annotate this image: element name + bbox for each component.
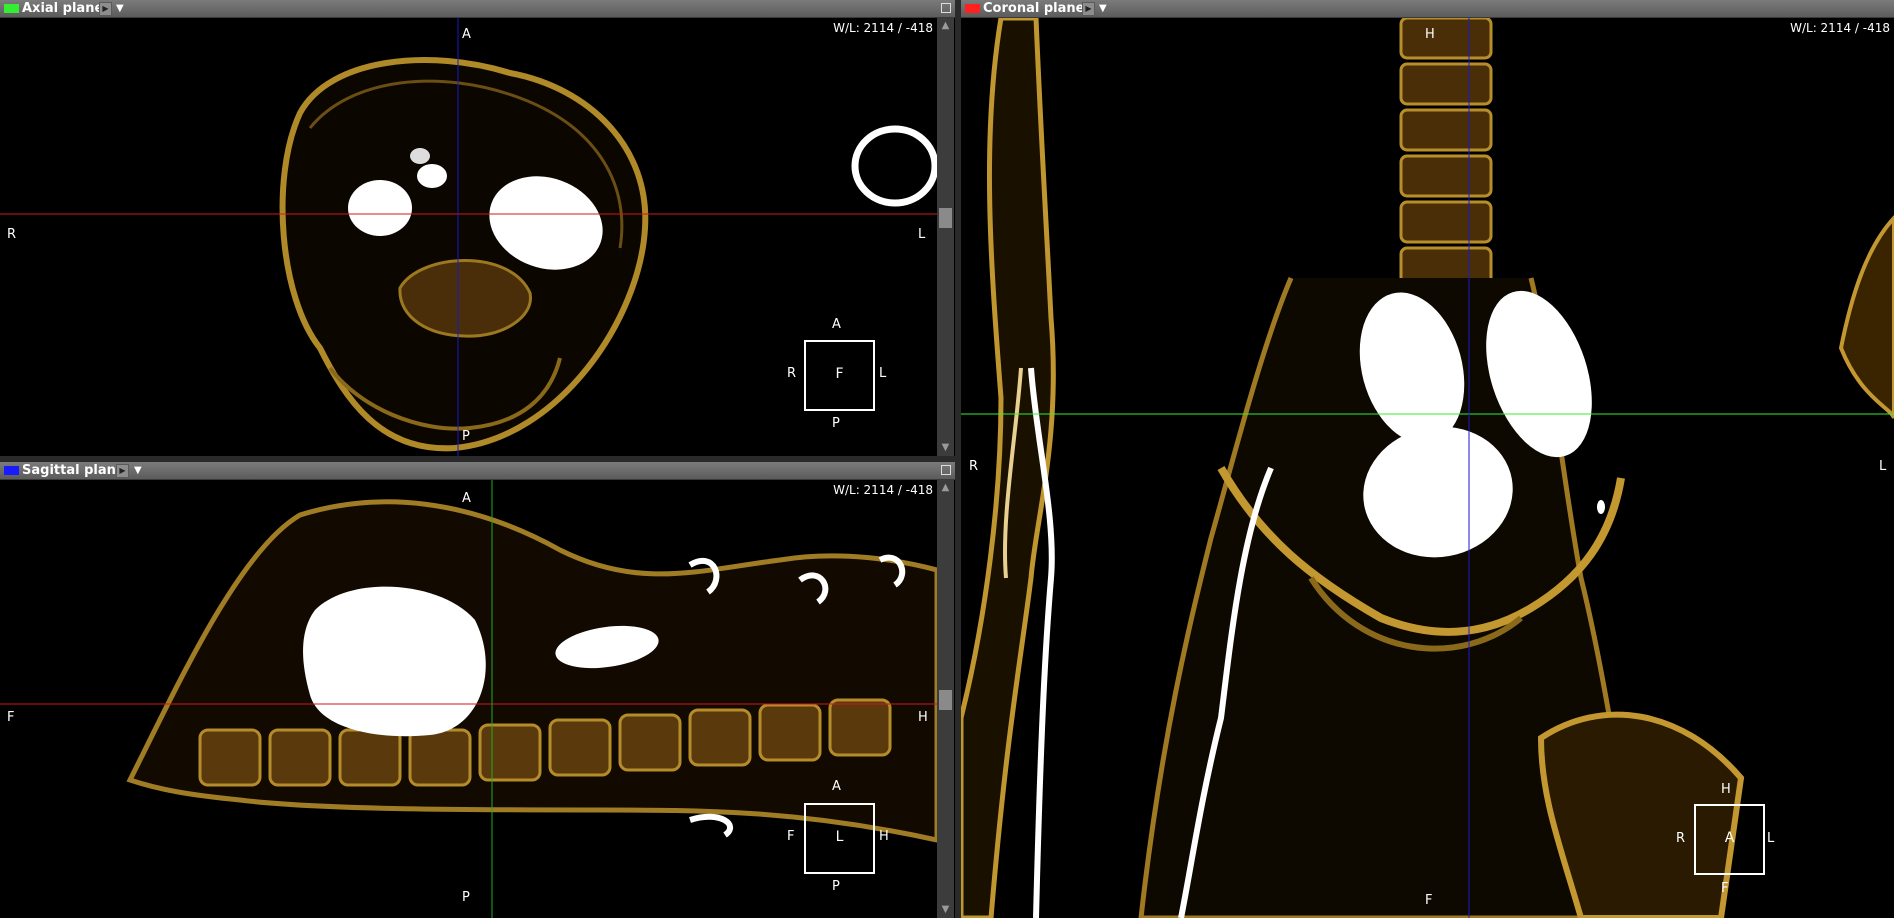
coronal-cube-left: R	[1676, 831, 1686, 846]
coronal-title: Coronal plane	[983, 1, 1085, 16]
maximize-icon[interactable]	[941, 3, 951, 13]
axial-cube-top: A	[832, 317, 841, 332]
coronal-label-top: H	[1425, 27, 1435, 42]
maximize-icon[interactable]	[941, 465, 951, 475]
coronal-label-bottom: F	[1425, 893, 1433, 908]
coronal-label-right: L	[1879, 459, 1887, 474]
play-arrow-icon[interactable]: ▶	[99, 2, 112, 16]
sagittal-title: Sagittal plane	[22, 463, 125, 478]
play-arrow-icon[interactable]: ▶	[116, 464, 129, 478]
sagittal-cube-bottom: P	[832, 879, 840, 894]
sagittal-image	[0, 480, 937, 918]
scroll-up-icon[interactable]: ▲	[937, 18, 954, 34]
axial-title: Axial plane	[22, 1, 104, 16]
sagittal-label-right: H	[918, 710, 928, 725]
axial-cube-center: F	[835, 366, 844, 382]
sagittal-label-bottom: P	[462, 890, 470, 905]
coronal-cube-top: H	[1721, 782, 1731, 797]
coronal-label-left: R	[969, 459, 979, 474]
sagittal-window-level: W/L: 2114 / -418	[833, 483, 933, 497]
scroll-down-icon[interactable]: ▼	[937, 440, 954, 456]
horizontal-splitter[interactable]	[0, 456, 955, 462]
axial-color-swatch	[4, 4, 19, 13]
axial-cube-bottom: P	[832, 416, 840, 431]
axial-cube-right: L	[879, 366, 887, 381]
axial-label-right: L	[918, 227, 926, 242]
axial-window-level: W/L: 2114 / -418	[833, 21, 933, 35]
coronal-viewport[interactable]: H F R L W/L: 2114 / -418 H F R L A	[961, 18, 1894, 918]
sagittal-cube-right: H	[879, 829, 889, 844]
play-arrow-icon[interactable]: ▶	[1082, 2, 1095, 16]
axial-scrollbar[interactable]: ▲ ▼	[937, 18, 954, 456]
sagittal-cube-top: A	[832, 779, 841, 794]
coronal-cube-bottom: F	[1721, 881, 1729, 896]
sagittal-scroll-thumb[interactable]	[939, 690, 952, 710]
dropdown-triangle-icon[interactable]: ▼	[134, 463, 142, 478]
coronal-window-level: W/L: 2114 / -418	[1790, 21, 1890, 35]
axial-label-left: R	[7, 227, 17, 242]
axial-label-bottom: P	[462, 429, 470, 444]
coronal-panel: Coronal plane ▶ ▼ H F R L W/L: 2114 / -4…	[961, 0, 1894, 918]
scroll-down-icon[interactable]: ▼	[937, 902, 954, 918]
sagittal-panel: Sagittal plane ▶ ▼ A P F H W/L: 2114 / -…	[0, 462, 955, 918]
sagittal-cube-center: L	[835, 829, 844, 845]
dropdown-triangle-icon[interactable]: ▼	[116, 1, 124, 16]
axial-cube-left: R	[787, 366, 797, 381]
axial-viewport[interactable]: A P R L W/L: 2114 / -418 A P R L F	[0, 18, 937, 456]
scroll-up-icon[interactable]: ▲	[937, 480, 954, 496]
axial-image	[0, 18, 937, 456]
coronal-cube-right: L	[1767, 831, 1775, 846]
axial-label-top: A	[462, 27, 471, 42]
sagittal-cube-left: F	[787, 829, 795, 844]
axial-panel: Axial plane ▶ ▼ A P R L W/L: 2114 / -418…	[0, 0, 955, 456]
axial-scroll-thumb[interactable]	[939, 208, 952, 228]
coronal-color-swatch	[965, 4, 980, 13]
axial-orientation-cube: F	[804, 340, 875, 411]
sagittal-orientation-cube: L	[804, 803, 875, 874]
coronal-orientation-cube: A	[1694, 804, 1765, 875]
sagittal-viewport[interactable]: A P F H W/L: 2114 / -418 A P F H L	[0, 480, 937, 918]
sagittal-scrollbar[interactable]: ▲ ▼	[937, 480, 954, 918]
sagittal-label-top: A	[462, 491, 471, 506]
coronal-titlebar: Coronal plane ▶ ▼	[961, 0, 1894, 18]
axial-titlebar: Axial plane ▶ ▼	[0, 0, 955, 18]
dropdown-triangle-icon[interactable]: ▼	[1099, 1, 1107, 16]
coronal-cube-center: A	[1724, 830, 1735, 846]
sagittal-titlebar: Sagittal plane ▶ ▼	[0, 462, 955, 480]
sagittal-color-swatch	[4, 466, 19, 475]
sagittal-label-left: F	[7, 710, 15, 725]
coronal-image	[961, 18, 1894, 918]
